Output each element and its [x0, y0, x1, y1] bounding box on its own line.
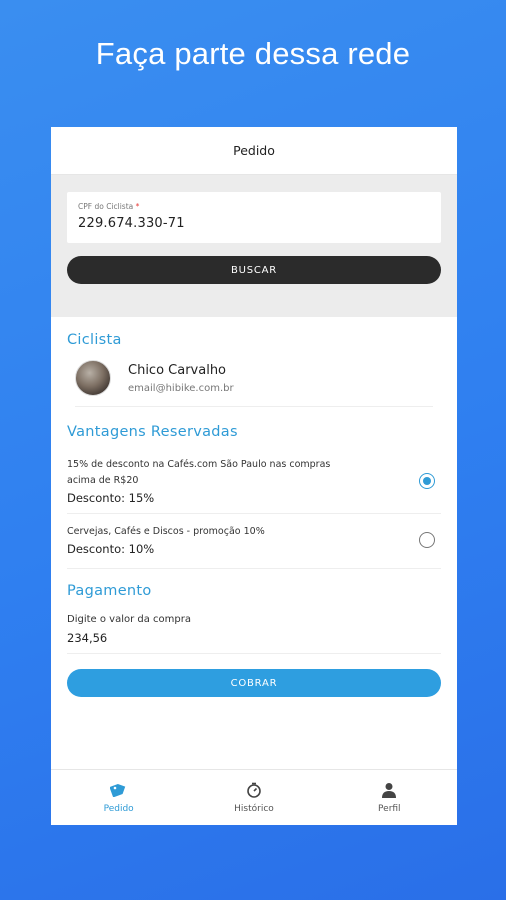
valor-field-label: Digite o valor da compra [67, 614, 191, 625]
benefit-item[interactable]: 15% de desconto na Cafés.com São Paulo n… [67, 457, 441, 514]
bottom-navigation: Pedido Histórico Perfil [51, 769, 457, 825]
benefit-discount: Desconto: 10% [67, 542, 155, 556]
app-screen: Pedido CPF do Ciclista * 229.674.330-71 … [51, 127, 457, 825]
cpf-field-label: CPF do Ciclista * [78, 202, 140, 211]
person-icon [381, 781, 397, 799]
benefit-item[interactable]: Cervejas, Cafés e Discos - promoção 10% … [67, 514, 441, 569]
valor-field[interactable]: 234,56 [67, 631, 441, 654]
nav-item-pedido[interactable]: Pedido [69, 781, 169, 814]
radio-selected-icon[interactable] [419, 473, 435, 489]
ciclista-card: Chico Carvalho email@hibike.com.br [75, 360, 433, 407]
radio-unselected-icon[interactable] [419, 532, 435, 548]
charge-button[interactable]: COBRAR [67, 669, 441, 697]
search-button[interactable]: BUSCAR [67, 256, 441, 284]
ciclista-name: Chico Carvalho [128, 362, 227, 378]
ciclista-email: email@hibike.com.br [128, 382, 234, 394]
cpf-field[interactable]: CPF do Ciclista * 229.674.330-71 [67, 192, 441, 243]
vantagens-section-title: Vantagens Reservadas [67, 424, 238, 440]
nav-label: Histórico [234, 804, 274, 814]
search-panel: CPF do Ciclista * 229.674.330-71 BUSCAR [51, 175, 457, 317]
benefit-description: Cervejas, Cafés e Discos - promoção 10% [67, 526, 265, 537]
page-title: Pedido [233, 143, 275, 158]
pagamento-section-title: Pagamento [67, 583, 152, 599]
benefit-description: 15% de desconto na Cafés.com São Paulo n… [67, 459, 331, 486]
nav-label: Perfil [378, 804, 401, 814]
nav-item-historico[interactable]: Histórico [204, 781, 304, 814]
tag-icon [109, 781, 128, 799]
nav-label: Pedido [103, 804, 134, 814]
promo-headline: Faça parte dessa rede [95, 36, 411, 71]
ciclista-section-title: Ciclista [67, 332, 122, 348]
cpf-field-value[interactable]: 229.674.330-71 [78, 216, 431, 231]
required-mark: * [135, 202, 140, 211]
benefit-discount: Desconto: 15% [67, 491, 155, 505]
avatar [75, 360, 111, 396]
nav-item-perfil[interactable]: Perfil [339, 781, 439, 814]
app-bar: Pedido [51, 127, 457, 175]
timer-icon [246, 781, 262, 799]
